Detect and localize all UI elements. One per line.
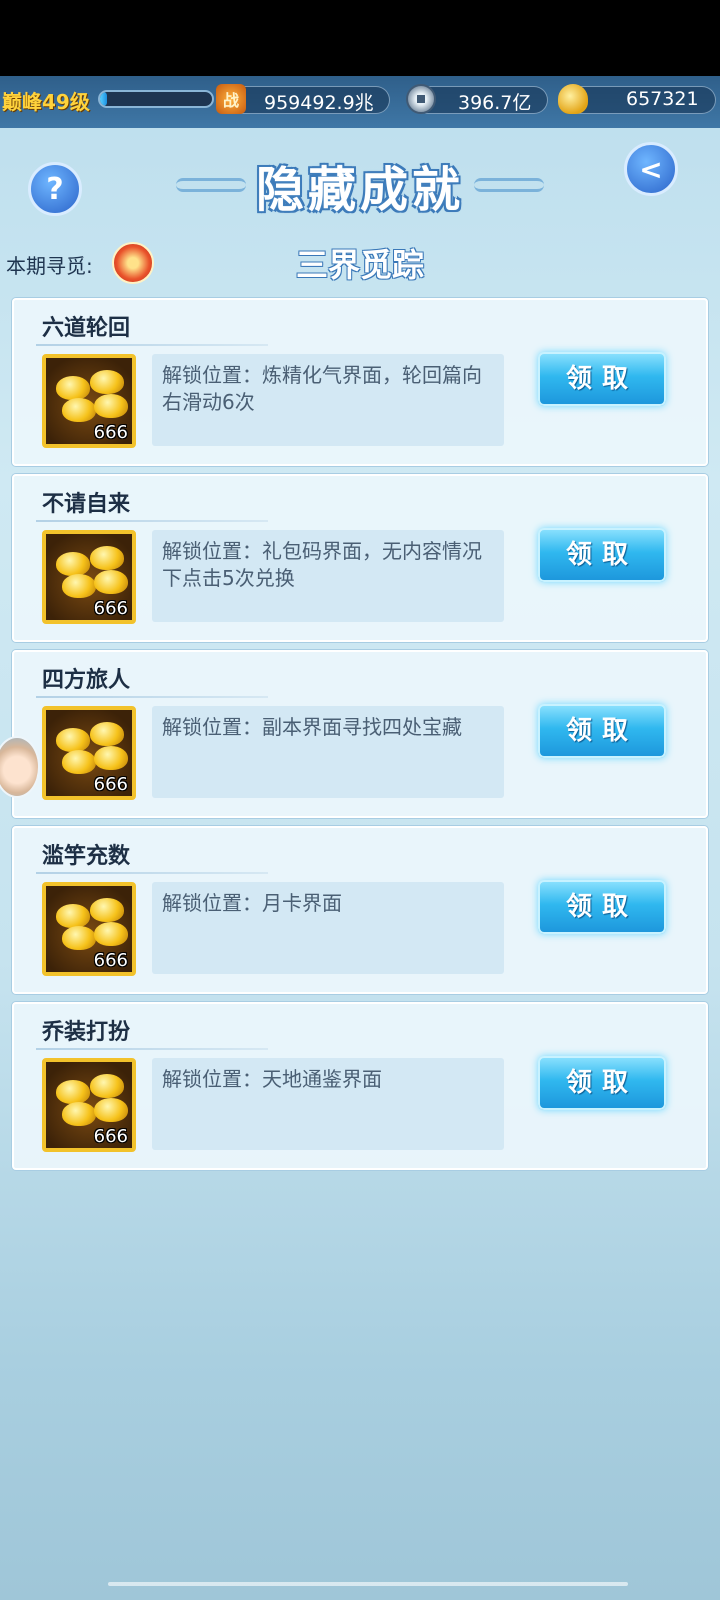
gold-ingot-icon (56, 1080, 90, 1104)
exp-progress-fill (100, 92, 107, 106)
power-value: 959492.9兆 (264, 92, 374, 114)
gold-ingot-icon (56, 552, 90, 576)
achievement-card: 滥竽充数 666 解锁位置：月卡界面 领取 (12, 826, 708, 994)
gold-ingot-icon (90, 722, 124, 746)
gold-ingot-icon (62, 926, 96, 950)
divider (36, 1048, 268, 1050)
unlock-description: 解锁位置：天地通鉴界面 (152, 1058, 504, 1150)
page-subtitle: 三界觅踪 (295, 246, 424, 284)
level-label: 巅峰49级 (2, 90, 90, 114)
reward-count: 666 (93, 950, 128, 971)
gold-ingot-icon (62, 574, 96, 598)
exp-progress-bar (98, 90, 214, 108)
unlock-description: 解锁位置：月卡界面 (152, 882, 504, 974)
achievement-title: 六道轮回 (42, 316, 131, 341)
gold-ingot-icon (62, 398, 96, 422)
gold-ingot-icon (90, 898, 124, 922)
status-bar (0, 0, 720, 76)
claim-button[interactable]: 领取 (538, 1056, 666, 1110)
achievement-title: 不请自来 (42, 492, 131, 517)
reward-count: 666 (93, 422, 128, 443)
achievement-card: 四方旅人 666 解锁位置：副本界面寻找四处宝藏 领取 (12, 650, 708, 818)
reward-count: 666 (93, 598, 128, 619)
gold-ingot-icon (94, 1098, 128, 1122)
achievement-card: 不请自来 666 解锁位置：礼包码界面，无内容情况下点击5次兑换 领取 (12, 474, 708, 642)
gold-ingot-icon (62, 1102, 96, 1126)
divider (36, 872, 268, 874)
achievement-card: 乔装打扮 666 解锁位置：天地通鉴界面 领取 (12, 1002, 708, 1170)
coin-icon (406, 84, 436, 114)
reward-item[interactable]: 666 (42, 706, 136, 800)
gold-ingot-icon (90, 1074, 124, 1098)
unlock-description: 解锁位置：炼精化气界面，轮回篇向右滑动6次 (152, 354, 504, 446)
divider (36, 344, 268, 346)
home-indicator[interactable] (108, 1582, 628, 1586)
gold-ingot-icon (90, 546, 124, 570)
gold-ingot-icon (94, 394, 128, 418)
reward-count: 666 (93, 774, 128, 795)
resource-bar: 巅峰49级 战 959492.9兆 396.7亿 657321 (0, 76, 720, 128)
divider (36, 696, 268, 698)
claim-button[interactable]: 领取 (538, 352, 666, 406)
achievement-card: 六道轮回 666 解锁位置：炼精化气界面，轮回篇向右滑动6次 领取 (12, 298, 708, 466)
unlock-description: 解锁位置：礼包码界面，无内容情况下点击5次兑换 (152, 530, 504, 622)
gold-ingot-icon (56, 728, 90, 752)
claim-button[interactable]: 领取 (538, 880, 666, 934)
gold-ingot-icon (62, 750, 96, 774)
gold-ingot-icon (94, 570, 128, 594)
claim-button[interactable]: 领取 (538, 528, 666, 582)
achievement-title: 乔装打扮 (42, 1020, 131, 1045)
divider (36, 520, 268, 522)
reward-item[interactable]: 666 (42, 882, 136, 976)
gold-ingot-icon (94, 922, 128, 946)
gold-ingot-icon (56, 376, 90, 400)
ingot-value: 657321 (626, 88, 699, 110)
claim-button[interactable]: 领取 (538, 704, 666, 758)
gold-ingot-icon (558, 84, 588, 114)
gold-ingot-icon (56, 904, 90, 928)
achievement-title: 滥竽充数 (42, 844, 131, 869)
reward-item[interactable]: 666 (42, 354, 136, 448)
unlock-description: 解锁位置：副本界面寻找四处宝藏 (152, 706, 504, 798)
reward-item[interactable]: 666 (42, 1058, 136, 1152)
reward-item[interactable]: 666 (42, 530, 136, 624)
page-title: 隐藏成就 (255, 162, 464, 218)
reward-count: 666 (93, 1126, 128, 1147)
achievement-title: 四方旅人 (42, 668, 131, 693)
gold-ingot-icon (90, 370, 124, 394)
coin-value: 396.7亿 (458, 92, 532, 114)
power-icon: 战 (216, 84, 246, 114)
gold-ingot-icon (94, 746, 128, 770)
